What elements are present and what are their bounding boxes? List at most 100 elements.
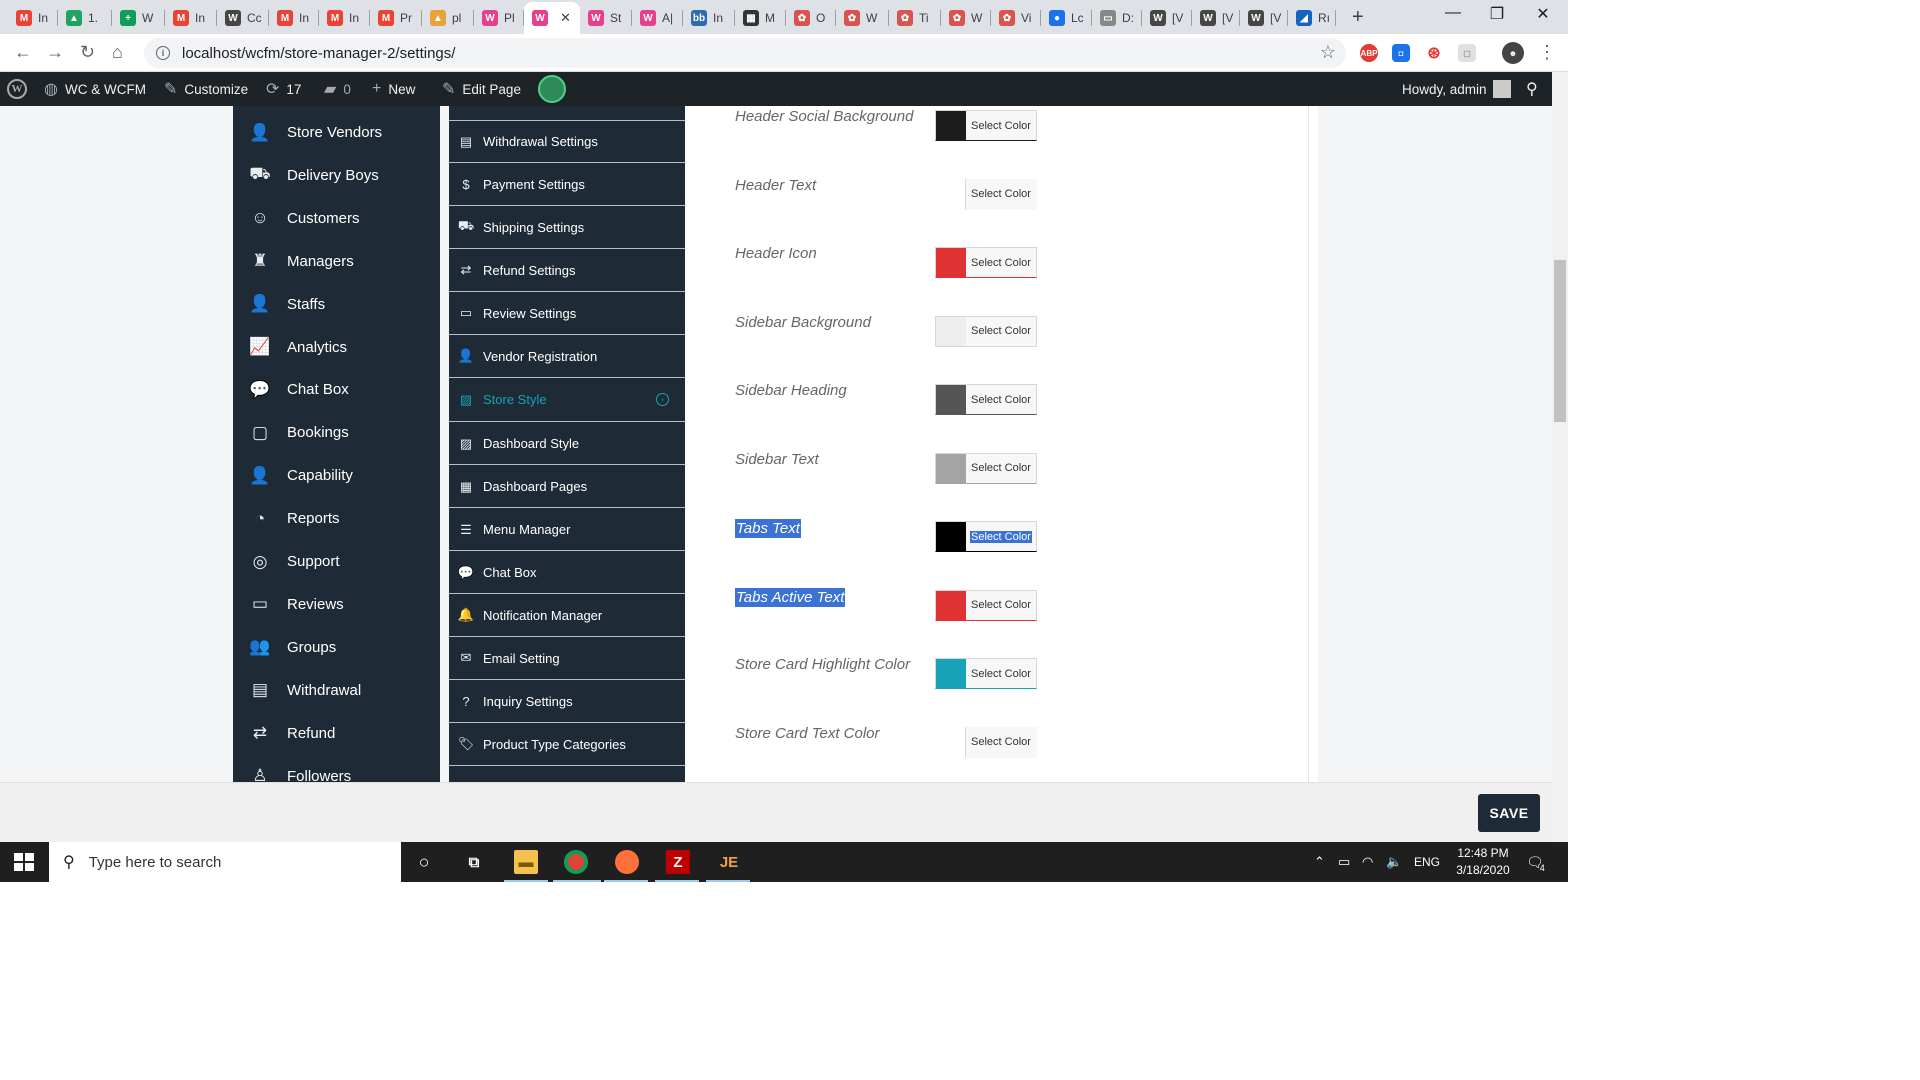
new-content-link[interactable]: + New bbox=[372, 72, 415, 106]
color-picker[interactable]: Select Color bbox=[935, 315, 1037, 347]
task-view-icon[interactable]: ⧉ bbox=[462, 850, 486, 874]
browser-tab[interactable]: M In bbox=[165, 4, 217, 32]
edit-page-link[interactable]: ✎ Edit Page bbox=[442, 72, 521, 106]
menu-item-followers[interactable]: ♙ Followers bbox=[233, 755, 440, 782]
save-button[interactable]: SAVE bbox=[1478, 794, 1540, 832]
settings-item-chat-box[interactable]: 💬 Chat Box bbox=[449, 552, 685, 594]
browser-tab[interactable]: W [V bbox=[1240, 4, 1288, 32]
browser-tab[interactable]: ▲ 1. bbox=[58, 4, 112, 32]
browser-tab[interactable]: W [V bbox=[1142, 4, 1192, 32]
color-swatch[interactable] bbox=[936, 522, 966, 551]
browser-tab[interactable]: ▦ M bbox=[735, 4, 786, 32]
color-picker[interactable]: Select Color bbox=[935, 589, 1037, 621]
menu-item-capability[interactable]: 👤 Capability bbox=[233, 454, 440, 497]
bookmark-star-icon[interactable]: ☆ bbox=[1320, 42, 1336, 63]
browser-tab[interactable]: ◢ Rı bbox=[1288, 4, 1336, 32]
browser-tab[interactable]: ✿ Vi bbox=[991, 4, 1041, 32]
select-color-button[interactable]: Select Color bbox=[966, 385, 1036, 414]
select-color-button[interactable]: Select Color bbox=[966, 180, 1036, 209]
color-picker[interactable]: Select Color bbox=[935, 658, 1037, 689]
omnibox[interactable]: i localhost/wcfm/store-manager-2/setting… bbox=[144, 38, 1346, 68]
settings-item-product-type-categories[interactable]: 🏷 Product Type Categories bbox=[449, 724, 685, 766]
cortana-icon[interactable]: ○ bbox=[412, 850, 436, 874]
color-picker[interactable]: Select Color bbox=[965, 726, 1037, 758]
url-text[interactable]: localhost/wcfm/store-manager-2/settings/ bbox=[182, 45, 455, 62]
firefox-icon[interactable] bbox=[615, 850, 639, 874]
color-swatch[interactable] bbox=[936, 659, 966, 688]
action-center-icon[interactable]: 🗨4 bbox=[1526, 854, 1549, 873]
settings-item-partial[interactable] bbox=[449, 767, 685, 783]
profile-avatar[interactable]: ☻ bbox=[1502, 42, 1524, 64]
menu-item-staffs[interactable]: 👤 Staffs bbox=[233, 283, 440, 326]
settings-item-partial[interactable] bbox=[449, 106, 685, 121]
browser-tab[interactable]: M In bbox=[8, 4, 58, 32]
windows-start-icon[interactable] bbox=[14, 853, 34, 871]
updates-link[interactable]: ⟳ 17 bbox=[266, 72, 301, 106]
browser-tab[interactable]: W [V bbox=[1192, 4, 1240, 32]
browser-tab[interactable]: ✿ O bbox=[786, 4, 836, 32]
settings-item-review-settings[interactable]: ▭ Review Settings bbox=[449, 293, 685, 335]
forward-icon[interactable]: → bbox=[46, 42, 64, 63]
restore-button[interactable]: ❐ bbox=[1474, 4, 1520, 24]
taskbar-clock[interactable]: 12:48 PM 3/18/2020 bbox=[1444, 845, 1522, 879]
color-swatch[interactable] bbox=[936, 111, 966, 140]
color-swatch[interactable] bbox=[936, 316, 966, 346]
page-scrollbar[interactable] bbox=[1552, 72, 1568, 842]
taskbar-search[interactable]: ⚲ Type here to search bbox=[49, 842, 401, 882]
select-color-button[interactable]: Select Color bbox=[966, 111, 1036, 140]
new-tab-button[interactable]: + bbox=[1352, 6, 1364, 29]
select-color-button[interactable]: Select Color bbox=[966, 248, 1036, 277]
menu-item-bookings[interactable]: ▢ Bookings bbox=[233, 411, 440, 454]
volume-muted-icon[interactable]: 🔈 bbox=[1386, 854, 1402, 870]
close-window-button[interactable]: ✕ bbox=[1520, 4, 1566, 24]
menu-item-refund[interactable]: ⇄ Refund bbox=[233, 712, 440, 755]
settings-item-notification-manager[interactable]: 🔔 Notification Manager bbox=[449, 595, 685, 637]
language-indicator[interactable]: ENG bbox=[1414, 855, 1440, 869]
menu-item-reviews[interactable]: ▭ Reviews bbox=[233, 583, 440, 626]
extension-swirl-icon[interactable]: ⊛ bbox=[1425, 44, 1443, 62]
menu-item-managers[interactable]: ♜ Managers bbox=[233, 240, 440, 283]
settings-item-payment-settings[interactable]: $ Payment Settings bbox=[449, 164, 685, 206]
scrollbar-thumb[interactable] bbox=[1554, 260, 1566, 422]
color-picker[interactable]: Select Color bbox=[935, 384, 1037, 415]
color-picker[interactable]: Select Color bbox=[935, 110, 1037, 141]
settings-item-store-style[interactable]: ▨ Store Style › bbox=[449, 378, 685, 423]
settings-item-withdrawal-settings[interactable]: ▤ Withdrawal Settings bbox=[449, 121, 685, 163]
settings-item-dashboard-pages[interactable]: ▦ Dashboard Pages bbox=[449, 466, 685, 509]
select-color-button[interactable]: Select Color bbox=[966, 728, 1036, 757]
browser-tab[interactable]: M In bbox=[269, 4, 319, 32]
menu-item-withdrawal[interactable]: ▤ Withdrawal bbox=[233, 669, 440, 712]
chrome-icon[interactable] bbox=[564, 850, 588, 874]
menu-item-delivery-boys[interactable]: ⛟ Delivery Boys bbox=[233, 154, 440, 197]
settings-item-dashboard-style[interactable]: ▨ Dashboard Style bbox=[449, 423, 685, 466]
color-picker[interactable]: Select Color bbox=[965, 178, 1037, 210]
wcfm-avatar-icon[interactable] bbox=[538, 75, 566, 103]
settings-item-vendor-registration[interactable]: 👤 Vendor Registration bbox=[449, 336, 685, 378]
color-picker[interactable]: Select Color bbox=[935, 247, 1037, 278]
browser-tab[interactable]: W St bbox=[580, 4, 632, 32]
settings-item-refund-settings[interactable]: ⇄ Refund Settings bbox=[449, 250, 685, 292]
color-swatch[interactable] bbox=[936, 590, 966, 620]
back-icon[interactable]: ← bbox=[14, 42, 32, 63]
battery-icon[interactable]: ▭ bbox=[1338, 854, 1350, 870]
color-swatch[interactable] bbox=[936, 248, 966, 277]
browser-tab[interactable]: W Pl bbox=[474, 4, 524, 32]
color-picker[interactable]: Select Color bbox=[935, 521, 1037, 552]
menu-item-chat-box[interactable]: 💬 Chat Box bbox=[233, 368, 440, 411]
filezilla-icon[interactable]: Z bbox=[666, 850, 690, 874]
close-tab-icon[interactable]: ✕ bbox=[560, 10, 571, 26]
my-account-link[interactable]: Howdy, admin bbox=[1402, 72, 1511, 106]
browser-tab[interactable]: M Pr bbox=[370, 4, 422, 32]
browser-tab[interactable]: ▭ D: bbox=[1092, 4, 1142, 32]
select-color-button[interactable]: Select Color bbox=[966, 454, 1036, 483]
browser-tab[interactable]: ● Lc bbox=[1041, 4, 1092, 32]
browser-tab[interactable]: ✿ W bbox=[836, 4, 889, 32]
menu-item-reports[interactable]: ◔ Reports bbox=[233, 497, 440, 540]
browser-tab[interactable]: W Cc bbox=[217, 4, 269, 32]
wordpress-logo-icon[interactable]: W bbox=[7, 79, 27, 99]
color-swatch[interactable] bbox=[936, 453, 966, 483]
menu-item-support[interactable]: ◎ Support bbox=[233, 540, 440, 583]
browser-tab[interactable]: + W bbox=[112, 4, 165, 32]
extension-placeholder-icon[interactable]: ▢ bbox=[1458, 44, 1476, 62]
chrome-menu-icon[interactable]: ⋮ bbox=[1538, 42, 1556, 63]
